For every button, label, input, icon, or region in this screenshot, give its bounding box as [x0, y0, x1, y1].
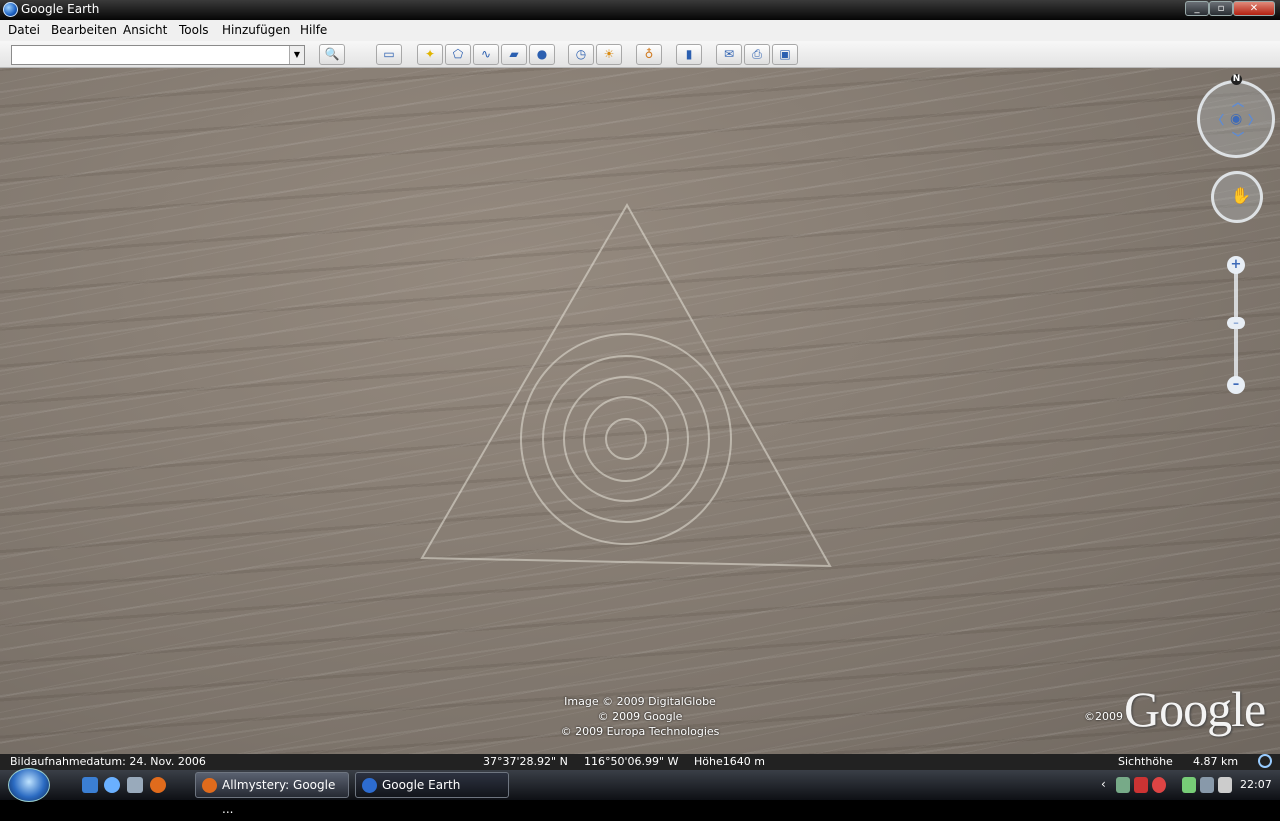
google-earth-icon — [3, 2, 18, 17]
maximize-button[interactable]: ▫ — [1209, 1, 1233, 16]
latitude: 37°37'28.92" N — [483, 755, 568, 768]
historical-imagery-icon[interactable]: ◷ — [568, 44, 594, 65]
tour-icon[interactable]: ● — [529, 44, 555, 65]
search-dropdown-button[interactable]: ▼ — [289, 46, 304, 64]
zoom-in-icon[interactable]: + — [1227, 256, 1245, 274]
move-navigation-control[interactable]: ✋ — [1211, 171, 1263, 223]
zoom-out-icon[interactable]: – — [1227, 376, 1245, 394]
task-label: Google Earth — [382, 778, 461, 792]
menu-hilfe[interactable]: Hilfe — [300, 23, 327, 37]
circle-third — [563, 376, 689, 502]
circle-outer — [520, 333, 732, 545]
explorer-icon[interactable] — [127, 777, 143, 793]
menu-hinzufuegen[interactable]: Hinzufügen — [222, 23, 290, 37]
eye-altitude-label: Sichthöhe — [1118, 755, 1173, 768]
elevation: Höhe1640 m — [694, 755, 765, 768]
logo-copyright: ©2009 — [1084, 710, 1123, 723]
minimize-button[interactable]: _ — [1185, 1, 1209, 16]
credit-line: Image © 2009 DigitalGlobe — [564, 695, 716, 708]
battery-icon[interactable] — [1182, 777, 1196, 793]
google-earth-icon — [362, 778, 377, 793]
planets-icon[interactable]: ♁ — [636, 44, 662, 65]
status-bar: Bildaufnahmedatum: 24. Nov. 2006 37°37'2… — [0, 754, 1280, 770]
zoom-slider[interactable]: + – – — [1227, 256, 1245, 394]
search-input[interactable]: ▼ — [11, 45, 305, 65]
firefox-icon — [202, 778, 217, 793]
view-in-maps-icon[interactable]: ▣ — [772, 44, 798, 65]
switch-windows-icon[interactable] — [104, 777, 120, 793]
window-title: Google Earth — [21, 2, 100, 16]
security-alert-icon[interactable] — [1134, 777, 1148, 793]
sidebar-icon[interactable]: ▭ — [376, 44, 402, 65]
menu-bearbeiten[interactable]: Bearbeiten — [51, 23, 117, 37]
circle-second — [542, 355, 710, 523]
credit-line: © 2009 Europa Technologies — [560, 725, 720, 738]
overlay-icon[interactable]: ▰ — [501, 44, 527, 65]
clock[interactable]: 22:07 — [1240, 778, 1272, 791]
email-icon[interactable]: ✉ — [716, 44, 742, 65]
streaming-icon — [1258, 754, 1272, 768]
eye-icon: ◉ — [1230, 111, 1243, 127]
print-icon[interactable]: ⎙ — [744, 44, 770, 65]
network-icon[interactable] — [1116, 777, 1130, 793]
zoom-slider-thumb[interactable]: – — [1227, 317, 1245, 329]
tray-expand-icon[interactable]: ‹ — [1101, 777, 1106, 791]
toolbar: ▼ 🔍 ▭ ✦ ⬠ ∿ ▰ ● ◷ ☀ ♁ ▮ ✉ ⎙ ▣ — [0, 41, 1280, 68]
hand-icon: ✋ — [1231, 186, 1251, 205]
ruler-icon[interactable]: ▮ — [676, 44, 702, 65]
google-logo: Google — [1124, 681, 1266, 737]
look-navigation-control[interactable]: ︿ 〈 〉 ﹀ ◉ — [1197, 80, 1275, 158]
taskbar-item-firefox[interactable]: Allmystery: Google ... — [195, 772, 349, 816]
eye-altitude: 4.87 km — [1193, 755, 1239, 768]
imagery-date: Bildaufnahmedatum: 24. Nov. 2006 — [10, 755, 206, 768]
menu-ansicht[interactable]: Ansicht — [123, 23, 167, 37]
path-icon[interactable]: ∿ — [473, 44, 499, 65]
start-button[interactable] — [8, 768, 50, 802]
taskbar-item-google-earth[interactable]: Google Earth — [355, 772, 509, 798]
close-button[interactable]: ✕ — [1233, 1, 1275, 16]
longitude: 116°50'06.99" W — [584, 755, 679, 768]
window-titlebar: Google Earth _ ▫ ✕ — [0, 0, 1280, 20]
earth-view[interactable]: ︿ 〈 〉 ﹀ ◉ N ✋ + – – Image © 2009 Digital… — [0, 68, 1280, 754]
search-icon[interactable]: 🔍 — [319, 44, 345, 65]
taskbar: Allmystery: Google ... Google Earth ‹ 22… — [0, 768, 1280, 816]
polygon-icon[interactable]: ⬠ — [445, 44, 471, 65]
ground-drawing — [420, 202, 832, 568]
imagery-credits: Image © 2009 DigitalGlobe © 2009 Google … — [540, 694, 740, 739]
menu-bar: Datei Bearbeiten Ansicht Tools Hinzufüge… — [0, 20, 1280, 41]
circle-inner — [605, 418, 647, 460]
antivirus-icon[interactable] — [1152, 777, 1166, 793]
menu-tools[interactable]: Tools — [179, 23, 209, 37]
credit-line: © 2009 Google — [597, 710, 683, 723]
display-icon[interactable] — [1200, 777, 1214, 793]
triangle-figure — [420, 202, 832, 568]
compass-north-label: N — [1231, 74, 1242, 85]
circle-fourth — [583, 396, 669, 482]
volume-icon[interactable] — [1218, 777, 1232, 793]
sunlight-icon[interactable]: ☀ — [596, 44, 622, 65]
firefox-icon[interactable] — [150, 777, 166, 793]
task-label: Allmystery: Google ... — [222, 778, 336, 816]
menu-datei[interactable]: Datei — [8, 23, 40, 37]
placemark-icon[interactable]: ✦ — [417, 44, 443, 65]
show-desktop-icon[interactable] — [82, 777, 98, 793]
